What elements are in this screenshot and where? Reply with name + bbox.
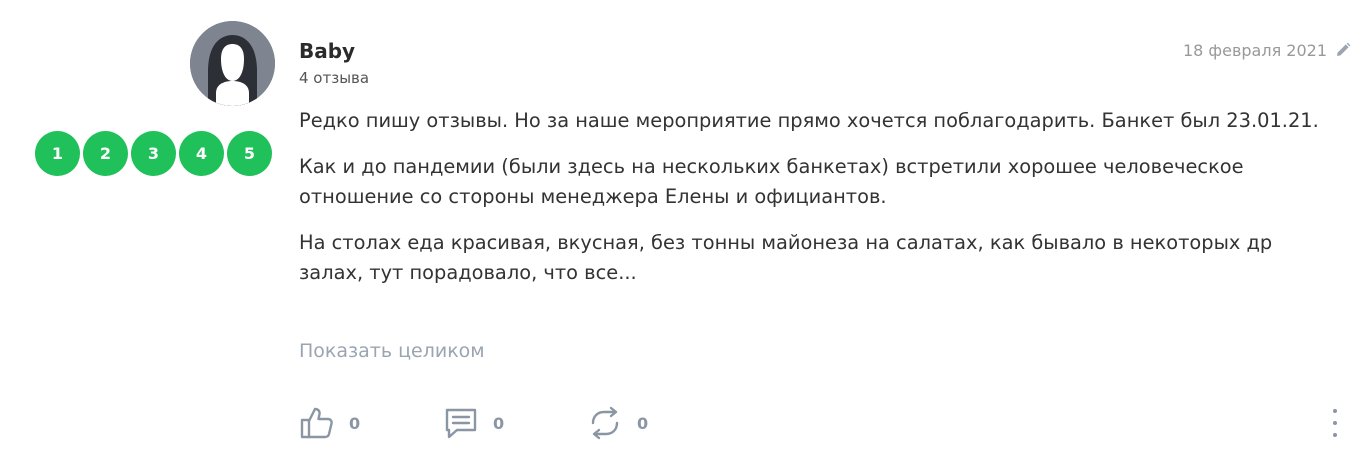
rating-option-4[interactable]: 4 — [179, 131, 224, 176]
review-paragraph: На столах еда красивая, вкусная, без тон… — [299, 231, 1273, 284]
rating-selector: 1 2 3 4 5 — [35, 131, 272, 176]
rating-option-1[interactable]: 1 — [35, 131, 80, 176]
pencil-icon[interactable] — [1335, 42, 1351, 58]
like-count: 0 — [349, 413, 361, 433]
repost-icon — [591, 406, 619, 440]
user-silhouette-icon — [190, 21, 275, 106]
avatar[interactable] — [190, 21, 275, 106]
rating-option-5[interactable]: 5 — [227, 131, 272, 176]
repost-button[interactable]: 0 — [587, 404, 648, 442]
review-paragraph: Редко пишу отзывы. Но за наше мероприяти… — [299, 109, 1319, 132]
review-date: 18 февраля 2021 — [1182, 41, 1327, 60]
more-dot — [1333, 421, 1337, 425]
more-dot — [1333, 433, 1337, 437]
show-full-review-link[interactable]: Показать целиком — [299, 340, 485, 362]
review-paragraph: Как и до пандемии (были здесь на несколь… — [299, 155, 1244, 208]
rating-option-2[interactable]: 2 — [83, 131, 128, 176]
thumbs-up-icon — [300, 407, 333, 439]
more-dot — [1333, 409, 1337, 413]
author-review-count: 4 отзыва — [299, 69, 370, 87]
comment-count: 0 — [493, 413, 505, 433]
comment-icon — [445, 408, 477, 439]
author-name[interactable]: Baby — [299, 39, 355, 63]
review-text: Редко пишу отзывы. Но за наше мероприяти… — [299, 106, 1329, 304]
repost-count: 0 — [637, 413, 649, 433]
comment-button[interactable]: 0 — [443, 404, 504, 442]
rating-option-3[interactable]: 3 — [131, 131, 176, 176]
like-button[interactable]: 0 — [299, 404, 360, 442]
more-vertical-icon[interactable] — [1326, 407, 1344, 439]
